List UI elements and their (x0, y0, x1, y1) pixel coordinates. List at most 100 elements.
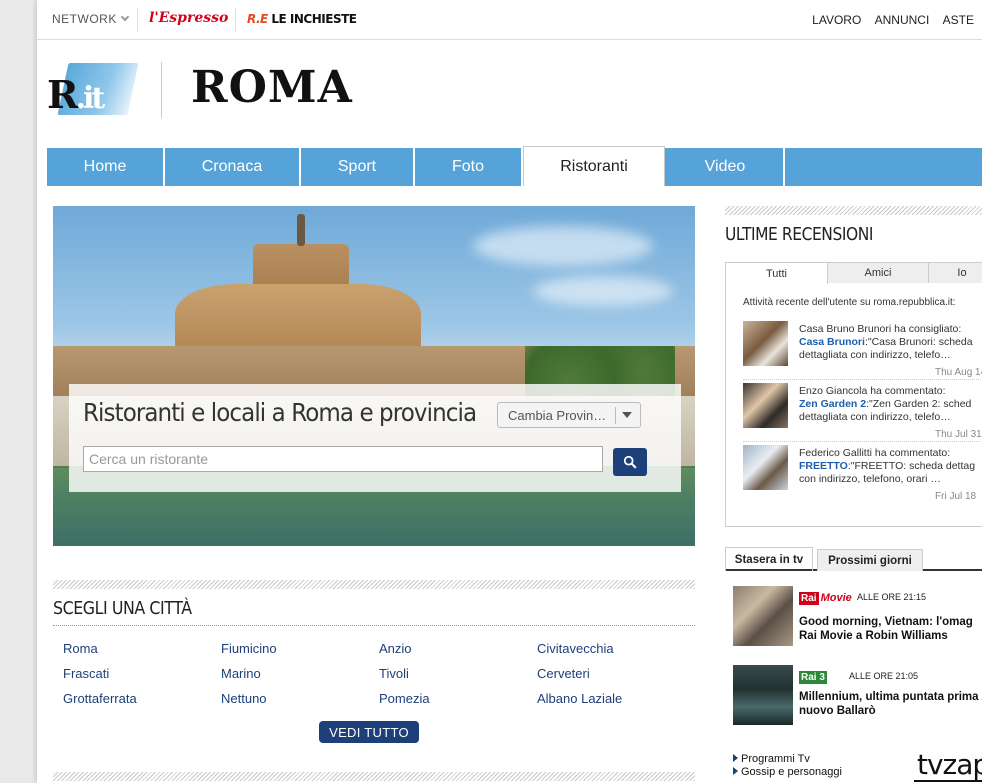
section-stripes (53, 580, 695, 589)
restaurant-search-panel: Ristoranti e locali a Roma e provincia C… (69, 384, 681, 492)
restaurant-link[interactable]: Casa Brunori (799, 336, 865, 348)
tv-title: Millennium, ultima puntata prima (799, 691, 979, 703)
link-annunci[interactable]: ANNUNCI (875, 13, 930, 27)
restaurant-link[interactable]: Zen Garden 2 (799, 398, 866, 410)
inchieste-logo[interactable]: R.E LE INCHIESTE (247, 12, 357, 26)
top-links: LAVORO ANNUNCI ASTE (802, 13, 974, 27)
tab-sport[interactable]: Sport (301, 148, 415, 186)
restaurant-search-input[interactable] (83, 446, 603, 472)
tvzap-underline (914, 780, 982, 782)
tvzap-logo[interactable]: tvzap (917, 748, 982, 781)
tab-io[interactable]: Io (929, 263, 982, 283)
search-button[interactable] (613, 448, 647, 476)
angel-statue (297, 214, 305, 246)
channel-logo: Rai Movie (799, 590, 852, 606)
tab-ristoranti[interactable]: Ristoranti (523, 146, 665, 186)
city-link[interactable]: Nettuno (221, 691, 267, 706)
tab-prossimi-giorni[interactable]: Prossimi giorni (817, 549, 923, 571)
logo-text: R.it (47, 72, 106, 117)
channel-box: Rai 3 (799, 670, 827, 684)
user-avatar[interactable] (743, 383, 788, 428)
espresso-logo[interactable]: l'Espresso (149, 10, 228, 26)
divider (615, 407, 616, 424)
restaurant-link[interactable]: FREETTO (799, 460, 848, 472)
hero-banner: Ristoranti e locali a Roma e provincia C… (53, 206, 695, 546)
page-title[interactable]: ROMA (191, 62, 353, 113)
tv-title: Good morning, Vietnam: l'omag (799, 616, 973, 628)
review-date: Fri Jul 18 (935, 491, 977, 502)
province-select-value: Cambia Provin… (508, 407, 607, 423)
city-link[interactable]: Anzio (379, 641, 412, 656)
tab-foto[interactable]: Foto (415, 148, 523, 186)
tab-cronaca[interactable]: Cronaca (165, 148, 301, 186)
city-link[interactable]: Roma (63, 641, 98, 656)
user-avatar[interactable] (743, 445, 788, 490)
vedi-tutto-button[interactable]: VEDI TUTTO (319, 721, 419, 743)
reviews-widget: Tutti Amici Io Attività recente dell'ute… (725, 262, 982, 527)
tv-link-label: Gossip e personaggi (741, 766, 842, 778)
tab-home[interactable]: Home (47, 148, 165, 186)
tv-title: Rai Movie a Robin Williams (799, 630, 948, 642)
city-link[interactable]: Grottaferrata (63, 691, 137, 706)
city-link[interactable]: Albano Laziale (537, 691, 622, 706)
tv-link-label: Programmi Tv (741, 753, 810, 765)
review-item: Enzo Giancola ha commentato: Zen Garden … (743, 383, 982, 443)
tv-listing[interactable]: Rai Movie ALLE ORE 21:15 Good morning, Vi… (733, 586, 982, 650)
city-link[interactable]: Pomezia (379, 691, 430, 706)
city-link[interactable]: Cerveteri (537, 666, 590, 681)
tab-stasera-in-tv[interactable]: Stasera in tv (725, 547, 813, 571)
tv-thumbnail (733, 665, 793, 725)
link-lavoro[interactable]: LAVORO (812, 13, 861, 27)
city-link[interactable]: Fiumicino (221, 641, 277, 656)
network-menu[interactable]: NETWORK (52, 12, 130, 26)
review-date: Thu Jul 31 (935, 429, 982, 440)
tv-link[interactable]: Gossip e personaggi (733, 766, 842, 779)
network-label: NETWORK (52, 12, 117, 26)
tv-title: nuovo Ballarò (799, 705, 876, 717)
tab-video[interactable]: Video (667, 148, 785, 186)
divider (161, 62, 162, 118)
cities-title: SCEGLI UNA CITTÀ (53, 598, 192, 619)
logo-r: R (47, 72, 79, 117)
divider (743, 379, 982, 380)
channel-name: Movie (820, 592, 852, 604)
review-text: FREETTO:"FREETTO: scheda dettag (799, 460, 975, 472)
tv-links: Programmi Tv Gossip e personaggi (733, 753, 842, 779)
city-link[interactable]: Marino (221, 666, 261, 681)
review-snippet: dettagliata con indirizzo, telefo… (799, 349, 951, 361)
review-action: Enzo Giancola ha commentato: (799, 385, 946, 397)
review-item: Casa Bruno Brunori ha consigliato: Casa … (743, 321, 982, 381)
cloud (473, 226, 653, 266)
tv-time: ALLE ORE 21:15 (857, 592, 927, 602)
reviews-title: ULTIME RECENSIONI (725, 224, 874, 245)
city-link[interactable]: Civitavecchia (537, 641, 614, 656)
network-bar: NETWORK l'Espresso R.E LE INCHIESTE LAVO… (37, 0, 982, 40)
tv-listing[interactable]: Rai 3 ALLE ORE 21:05 Millennium, ultima … (733, 665, 982, 729)
province-select[interactable]: Cambia Provin… (497, 402, 641, 428)
review-snippet: dettagliata con indirizzo, telefo… (799, 411, 951, 423)
cloud (533, 276, 673, 306)
activity-intro: Attività recente dell'utente su roma.rep… (743, 297, 956, 308)
link-aste[interactable]: ASTE (943, 13, 974, 27)
tab-amici[interactable]: Amici (828, 263, 929, 283)
tv-time: ALLE ORE 21:05 (849, 671, 919, 681)
tv-link[interactable]: Programmi Tv (733, 753, 842, 766)
logo-it: .it (75, 81, 106, 116)
review-snippet: con indirizzo, telefono, orari … (799, 473, 941, 485)
search-heading: Ristoranti e locali a Roma e provincia (83, 398, 477, 427)
city-link[interactable]: Tivoli (379, 666, 409, 681)
user-avatar[interactable] (743, 321, 788, 366)
main-nav: Home Cronaca Sport Foto Ristoranti Video (47, 146, 982, 186)
tab-tutti[interactable]: Tutti (726, 263, 828, 284)
review-snippet: :"FREETTO: scheda dettag (847, 460, 976, 472)
section-stripes (53, 772, 695, 781)
arrow-right-icon (733, 767, 738, 775)
divider (743, 441, 982, 442)
review-snippet: :"Zen Garden 2: sched (866, 398, 972, 410)
city-link[interactable]: Frascati (63, 666, 109, 681)
divider (137, 8, 138, 32)
repubblica-logo[interactable]: R.it (45, 58, 139, 118)
search-icon (623, 455, 637, 469)
reviews-tabs: Tutti Amici Io (726, 263, 982, 284)
page: NETWORK l'Espresso R.E LE INCHIESTE LAVO… (37, 0, 982, 783)
